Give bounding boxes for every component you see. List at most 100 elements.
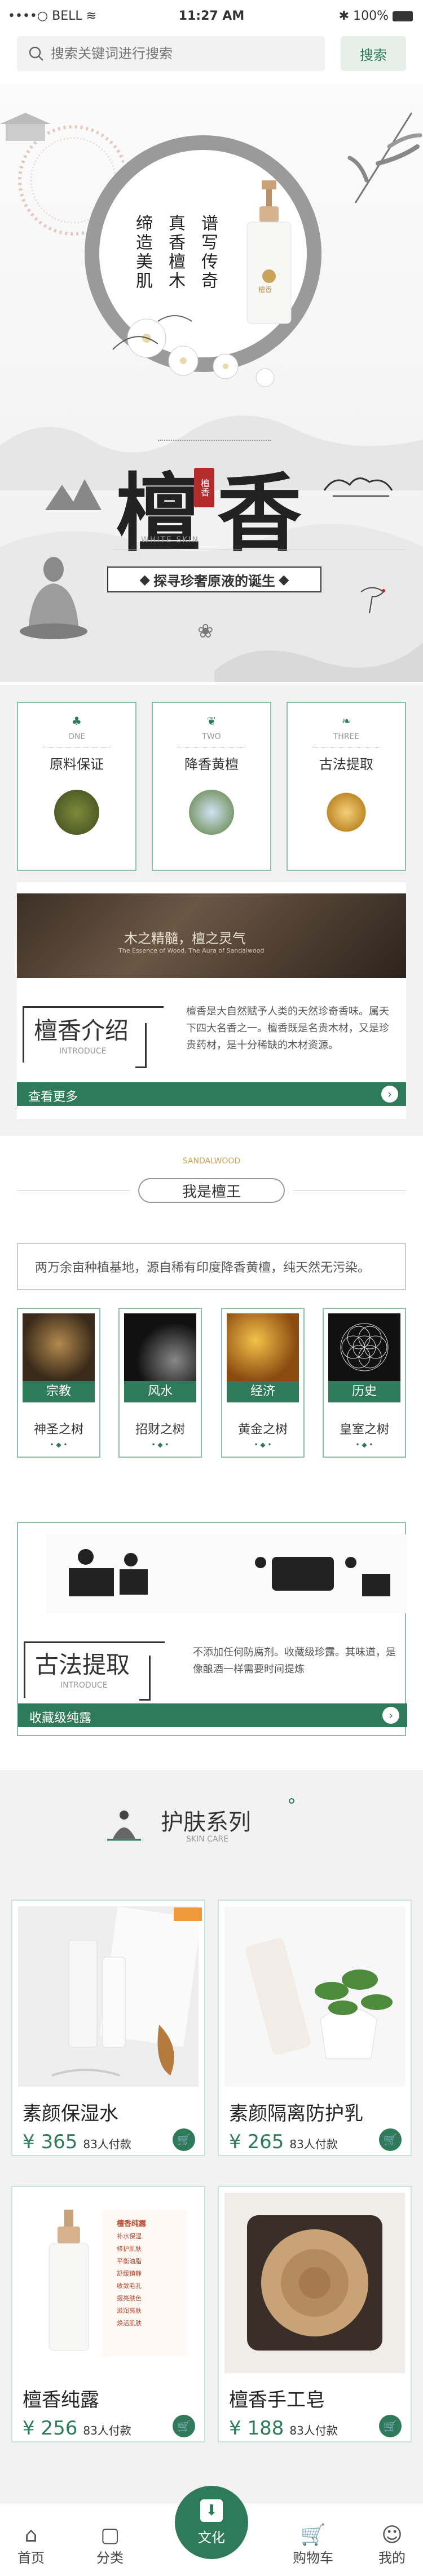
category-dots: • ◆ •	[254, 1441, 272, 1449]
category-tag: 风水	[124, 1381, 196, 1402]
feature-label: 降香黄檀	[184, 756, 239, 772]
mountain-peaks-icon	[45, 479, 102, 510]
category-card[interactable]: 风水 招财之树 • ◆ •	[118, 1308, 202, 1458]
feature-item: 檀香纯露	[117, 2220, 147, 2228]
feature-card[interactable]: ❦ TWO 降香黄檀	[152, 702, 271, 871]
price-value: ¥ 256	[23, 2417, 78, 2440]
skin-title-en: SKIN CARE	[186, 1835, 229, 1844]
feature-item: 提亮肤色	[117, 2295, 142, 2302]
ancient-title: 古法提取	[35, 1651, 130, 1679]
product-card[interactable]: 檀香手工皂 ¥ 188 83人付款 🛒	[218, 2186, 412, 2442]
tab-label: 购物车	[293, 2550, 333, 2566]
status-bar: ••••○ BELL ≋ 11:27 AM ✱ 100%	[0, 0, 423, 34]
category-dots: • ◆ •	[50, 1441, 68, 1449]
poem-line: 缔造美肌	[133, 214, 152, 291]
feature-item: 舒缓镇静	[117, 2270, 142, 2277]
tab-label: 首页	[17, 2550, 45, 2566]
bamboo-icon	[347, 112, 422, 203]
cloud-icon	[323, 477, 393, 497]
price-value: ¥ 265	[229, 2131, 284, 2153]
lotus-icon: ❀	[197, 620, 214, 643]
feature-item: 修护肌肤	[117, 2245, 142, 2252]
king-line-left	[17, 1190, 130, 1191]
intro-title-en: INTRODUCE	[59, 1047, 107, 1056]
ancient-text: 不添加任何防腐剂。收藏级珍露。其味道，是像酿酒一样需要时间提炼	[193, 1646, 396, 1675]
intro-text: 檀香是大自然赋予人类的天然珍奇香味。属天下四大名香之一。檀香既是名贵木材，又是珍…	[186, 1006, 389, 1051]
product-image	[18, 1906, 199, 2087]
category-tag: 经济	[227, 1381, 299, 1402]
tab-mine[interactable]: ☺ 我的	[361, 2524, 423, 2566]
intro-banner: 木之精髓，檀之灵气 The Essence of Wood, The Aura …	[17, 893, 406, 978]
title-seal: 檀香	[194, 468, 214, 507]
tab-home[interactable]: ⌂ 首页	[0, 2524, 62, 2566]
product-card[interactable]: 素颜保湿水 ¥ 365 83人付款 🛒	[11, 1900, 205, 2156]
leaf-icon: ❦	[206, 714, 217, 728]
product-feature-list: 檀香纯露 补水保湿 修护肌肤 平衡油脂 舒缓镇静 收敛毛孔 提亮肤色 滋润亮肤 …	[117, 2218, 184, 2330]
feature-label: 原料保证	[50, 756, 104, 772]
feature-number: THREE	[333, 732, 360, 741]
add-to-cart-icon[interactable]: 🛒	[173, 2128, 195, 2151]
tab-label: 我的	[378, 2550, 406, 2566]
tab-category[interactable]: ▢ 分类	[79, 2524, 141, 2566]
product-name: 素颜保湿水	[23, 2103, 118, 2125]
leaf-icon: ♣	[72, 714, 82, 728]
ink-figure-icon	[107, 1811, 141, 1841]
feature-number: TWO	[202, 732, 221, 741]
poem-block: 谱写传奇 真香檀木 缔造美肌	[130, 214, 220, 291]
tab-label: 分类	[96, 2550, 124, 2566]
feature-card[interactable]: ♣ ONE 原料保证	[17, 702, 136, 871]
tab-culture[interactable]: ⬇ 文化	[175, 2486, 248, 2559]
user-icon: ☺	[381, 2524, 403, 2547]
product-card[interactable]: 素颜隔离防护乳 ¥ 265 83人付款 🛒	[218, 1900, 412, 2156]
category-sub: 招财之树	[135, 1423, 185, 1437]
battery-indicator: ✱ 100%	[339, 9, 413, 23]
feature-thumb	[189, 790, 234, 835]
banner-cn: 木之精髓，檀之灵气	[124, 931, 246, 946]
search-icon	[29, 46, 43, 61]
paid-count: 83人付款	[289, 2137, 338, 2151]
category-sub: 黄金之树	[237, 1423, 288, 1437]
category-tag: 历史	[328, 1381, 400, 1402]
flower-decoration	[112, 315, 275, 387]
flower-of-life-image	[328, 1313, 400, 1381]
poem-line: 谱写传奇	[198, 214, 218, 291]
add-to-cart-icon[interactable]: 🛒	[379, 2128, 402, 2151]
tagline-text: 探寻珍奢原液的诞生	[153, 573, 275, 589]
add-to-cart-icon[interactable]: 🛒	[173, 2415, 195, 2437]
product-image	[224, 2193, 405, 2373]
poem-line: 真香檀木	[165, 214, 185, 291]
crane-icon	[360, 587, 385, 614]
paid-count: 83人付款	[83, 2137, 131, 2151]
add-to-cart-icon[interactable]: 🛒	[379, 2415, 402, 2437]
skin-dot	[289, 1798, 294, 1804]
category-dots: • ◆ •	[355, 1441, 373, 1449]
feature-card[interactable]: ❧ THREE 古法提取	[287, 702, 406, 871]
download-icon: ⬇	[200, 2499, 223, 2522]
category-sub: 神圣之树	[33, 1423, 83, 1437]
intro-bracket-close	[135, 1023, 147, 1068]
product-name: 檀香手工皂	[229, 2389, 325, 2411]
search-button[interactable]: 搜索	[341, 36, 406, 71]
feature-number: ONE	[68, 732, 86, 741]
category-card[interactable]: 经济 黄金之树 • ◆ •	[221, 1308, 305, 1458]
category-card[interactable]: 宗教 神圣之树 • ◆ •	[17, 1308, 100, 1458]
search-bar[interactable]	[17, 36, 325, 71]
buddha-face-image	[23, 1313, 95, 1381]
category-sub: 皇室之树	[339, 1423, 389, 1437]
search-input[interactable]	[51, 36, 316, 71]
paid-count: 83人付款	[289, 2424, 338, 2437]
intro-card: 木之精髓，檀之灵气 The Essence of Wood, The Aura …	[17, 882, 406, 1119]
collect-button[interactable]: 收藏级纯露 ›	[18, 1703, 407, 1727]
category-card[interactable]: 历史 皇室之树 • ◆ •	[323, 1308, 406, 1458]
ancient-card: 古法提取 INTRODUCE 不添加任何防腐剂。收藏级珍露。其味道，是像酿酒一样…	[17, 1522, 407, 1736]
product-card[interactable]: 檀香纯露 补水保湿 修护肌肤 平衡油脂 舒缓镇静 收敛毛孔 提亮肤色 滋润亮肤 …	[11, 2186, 205, 2442]
battery-icon	[393, 11, 413, 21]
cart-icon: 🛒	[300, 2524, 326, 2547]
skin-title: 护肤系列	[161, 1809, 251, 1835]
ancient-illustration	[46, 1534, 407, 1613]
tab-cart[interactable]: 🛒 购物车	[282, 2524, 344, 2566]
skin-care-header: 护肤系列 SKIN CARE	[0, 1770, 423, 1883]
home-icon: ⌂	[24, 2524, 38, 2547]
view-more-button[interactable]: 查看更多 ›	[17, 1082, 406, 1106]
dotted-divider	[158, 440, 271, 441]
